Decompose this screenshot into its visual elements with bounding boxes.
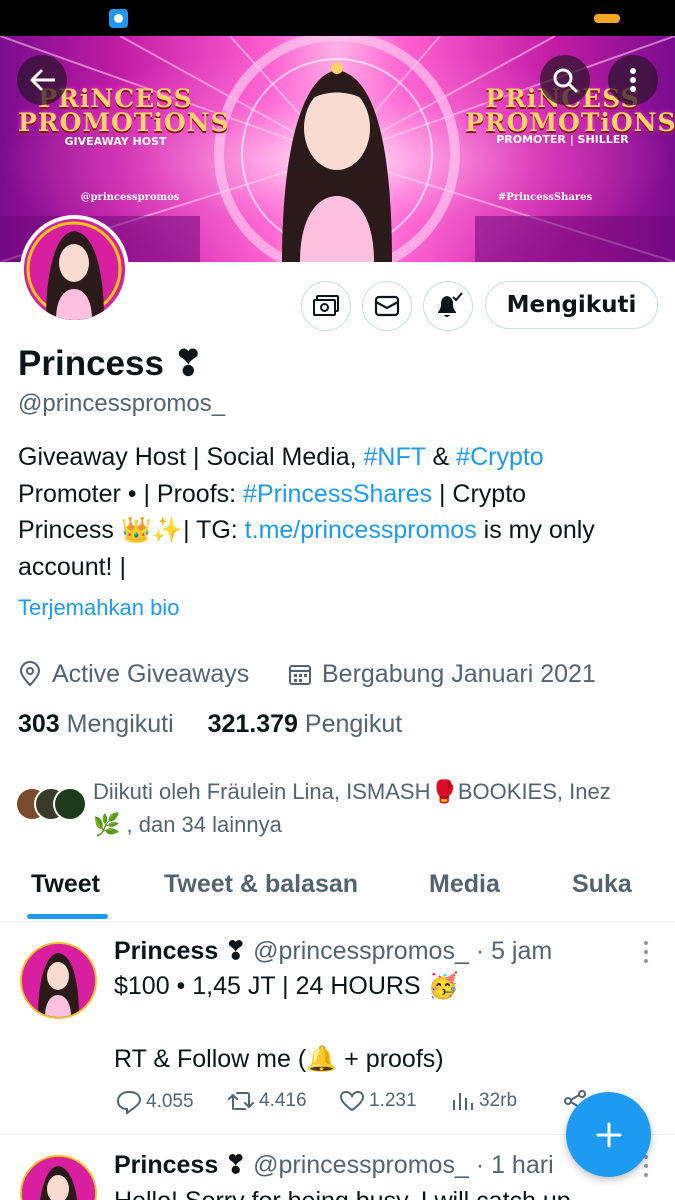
calendar-icon [288, 662, 312, 686]
tweet-author-handle: @princesspromos_ [253, 1151, 469, 1179]
tweet-avatar[interactable] [20, 942, 97, 1019]
tweet-time: · 1 hari [475, 1151, 554, 1179]
back-arrow-icon [30, 69, 55, 91]
retweet-icon [228, 1092, 254, 1110]
retweet-count: 4.416 [259, 1090, 307, 1111]
retweet-button[interactable]: 4.416 [227, 1090, 307, 1112]
profile-tabs: Tweet Tweet & balasan Media Suka [0, 860, 675, 922]
bio-text: is my only [476, 516, 595, 545]
following-link[interactable]: 303 Mengikuti [18, 710, 174, 738]
back-button[interactable] [17, 55, 67, 105]
avatar-image [22, 944, 95, 1017]
hashtag-crypto[interactable]: #Crypto [456, 443, 544, 471]
bio-text: & [425, 443, 457, 471]
bio-text: Giveaway Host | Social Media, [18, 443, 364, 471]
search-icon [553, 68, 578, 93]
followed-by-avatars[interactable] [15, 787, 87, 823]
heart-emoji: ❣ [173, 344, 203, 383]
banner-left-subtitle: GIVEAWAY HOST [64, 135, 167, 148]
followed-by-text[interactable]: Diikuti oleh Fräulein Lina, ISMASH🥊BOOKI… [93, 775, 663, 841]
following-label: Mengikuti [66, 710, 174, 738]
reply-count: 4.055 [146, 1091, 194, 1112]
followed-by-line2: 🌿 , dan 34 lainnya [93, 812, 282, 837]
joined-text: Bergabung Januari 2021 [322, 659, 596, 688]
follower-avatar [53, 787, 87, 821]
tweet-text-line: RT & Follow me (🔔 + proofs) [114, 1045, 444, 1073]
views-button[interactable]: 32rb [451, 1090, 517, 1112]
bio-text: account! | [18, 552, 126, 581]
avatar-image [22, 1157, 95, 1200]
following-button[interactable]: Mengikuti [485, 281, 658, 329]
more-button[interactable] [608, 55, 658, 105]
compose-tweet-button[interactable] [566, 1092, 651, 1177]
location-item: Active Giveaways [18, 657, 249, 691]
location-text: Active Giveaways [52, 659, 250, 688]
followers-count: 321.379 [207, 710, 298, 738]
followed-by-line1: Diikuti oleh Fräulein Lina, ISMASH🥊BOOKI… [93, 779, 611, 804]
notifications-button[interactable] [423, 281, 473, 331]
tab-media[interactable]: Media [429, 870, 500, 899]
profile-name: Princess ❣ [18, 344, 203, 384]
reply-button[interactable]: 4.055 [116, 1090, 194, 1114]
tweet-text-line: Hello! Sorry for being busy, I will catc… [114, 1183, 571, 1200]
translate-bio-link[interactable]: Terjemahkan bio [18, 595, 179, 621]
views-count: 32rb [479, 1090, 518, 1111]
bio-text: | Crypto [432, 479, 527, 508]
hashtag-nft[interactable]: #NFT [364, 443, 426, 471]
reply-icon [116, 1090, 142, 1114]
followers-label: Pengikut [304, 710, 403, 738]
tweet-avatar[interactable] [20, 1155, 97, 1200]
followers-link[interactable]: 321.379 Pengikut [208, 710, 403, 738]
following-count: 303 [18, 710, 60, 738]
tweet-author-name[interactable]: Princess [114, 937, 218, 965]
subscribe-button[interactable] [301, 281, 351, 331]
envelope-icon [374, 295, 400, 317]
bio-text: Princess 👑✨| TG: [18, 516, 245, 545]
tweet-actions: 4.055 4.416 1.231 32rb [116, 1090, 596, 1120]
money-icon [313, 295, 339, 316]
plus-icon [596, 1122, 621, 1147]
heart-emoji: ❣ [225, 937, 247, 965]
tweet-author-name[interactable]: Princess [114, 1151, 218, 1179]
search-button[interactable] [540, 55, 590, 105]
avatar-image [24, 219, 125, 320]
message-button[interactable] [362, 281, 412, 331]
joined-item: Bergabung Januari 2021 [288, 657, 596, 691]
tweet-header: Princess ❣ @princesspromos_ · 1 hari [114, 1150, 554, 1180]
telegram-link[interactable]: t.me/princesspromos [245, 516, 477, 544]
follow-counts: 303 Mengikuti 321.379 Pengikut [18, 710, 402, 739]
active-tab-indicator [27, 914, 108, 919]
banner-left-handle: @princesspromos [80, 192, 180, 203]
tab-tweets[interactable]: Tweet [31, 870, 100, 899]
hashtag-princessshares[interactable]: #PrincessShares [243, 480, 432, 508]
app-notification-icon [109, 9, 128, 28]
more-vertical-icon [630, 68, 636, 92]
tweet-author-handle: @princesspromos_ [253, 937, 469, 965]
battery-icon [594, 14, 620, 23]
bell-check-icon [438, 292, 463, 317]
profile-handle: @princesspromos_ [18, 390, 226, 417]
tweet-time: · 5 jam [475, 937, 553, 965]
like-button[interactable]: 1.231 [339, 1090, 417, 1112]
views-chart-icon [453, 1093, 473, 1110]
banner-right-handle: #PrincessShares [497, 192, 593, 203]
tweet-header: Princess ❣ @princesspromos_ · 5 jam [114, 936, 552, 966]
tweet-more-button[interactable] [640, 941, 652, 963]
profile-avatar[interactable] [20, 215, 129, 324]
status-bar [0, 0, 675, 36]
banner-left-title-2: PROMOTiONS [18, 108, 230, 137]
like-count: 1.231 [369, 1090, 417, 1111]
bio-text: Promoter • | Proofs: [18, 479, 244, 508]
location-pin-icon [18, 661, 42, 687]
heart-icon [339, 1090, 365, 1112]
profile-name-text: Princess [18, 344, 164, 383]
tab-tweets-replies[interactable]: Tweet & balasan [164, 870, 358, 899]
tweet-text-line: $100 • 1,45 JT | 24 HOURS 🥳 [114, 972, 459, 1000]
heart-emoji: ❣ [225, 1151, 247, 1179]
banner-right-subtitle: PROMOTER | SHILLER [496, 133, 629, 146]
profile-bio: Giveaway Host | Social Media, #NFT & #Cr… [18, 439, 658, 585]
tab-likes[interactable]: Suka [572, 870, 632, 899]
